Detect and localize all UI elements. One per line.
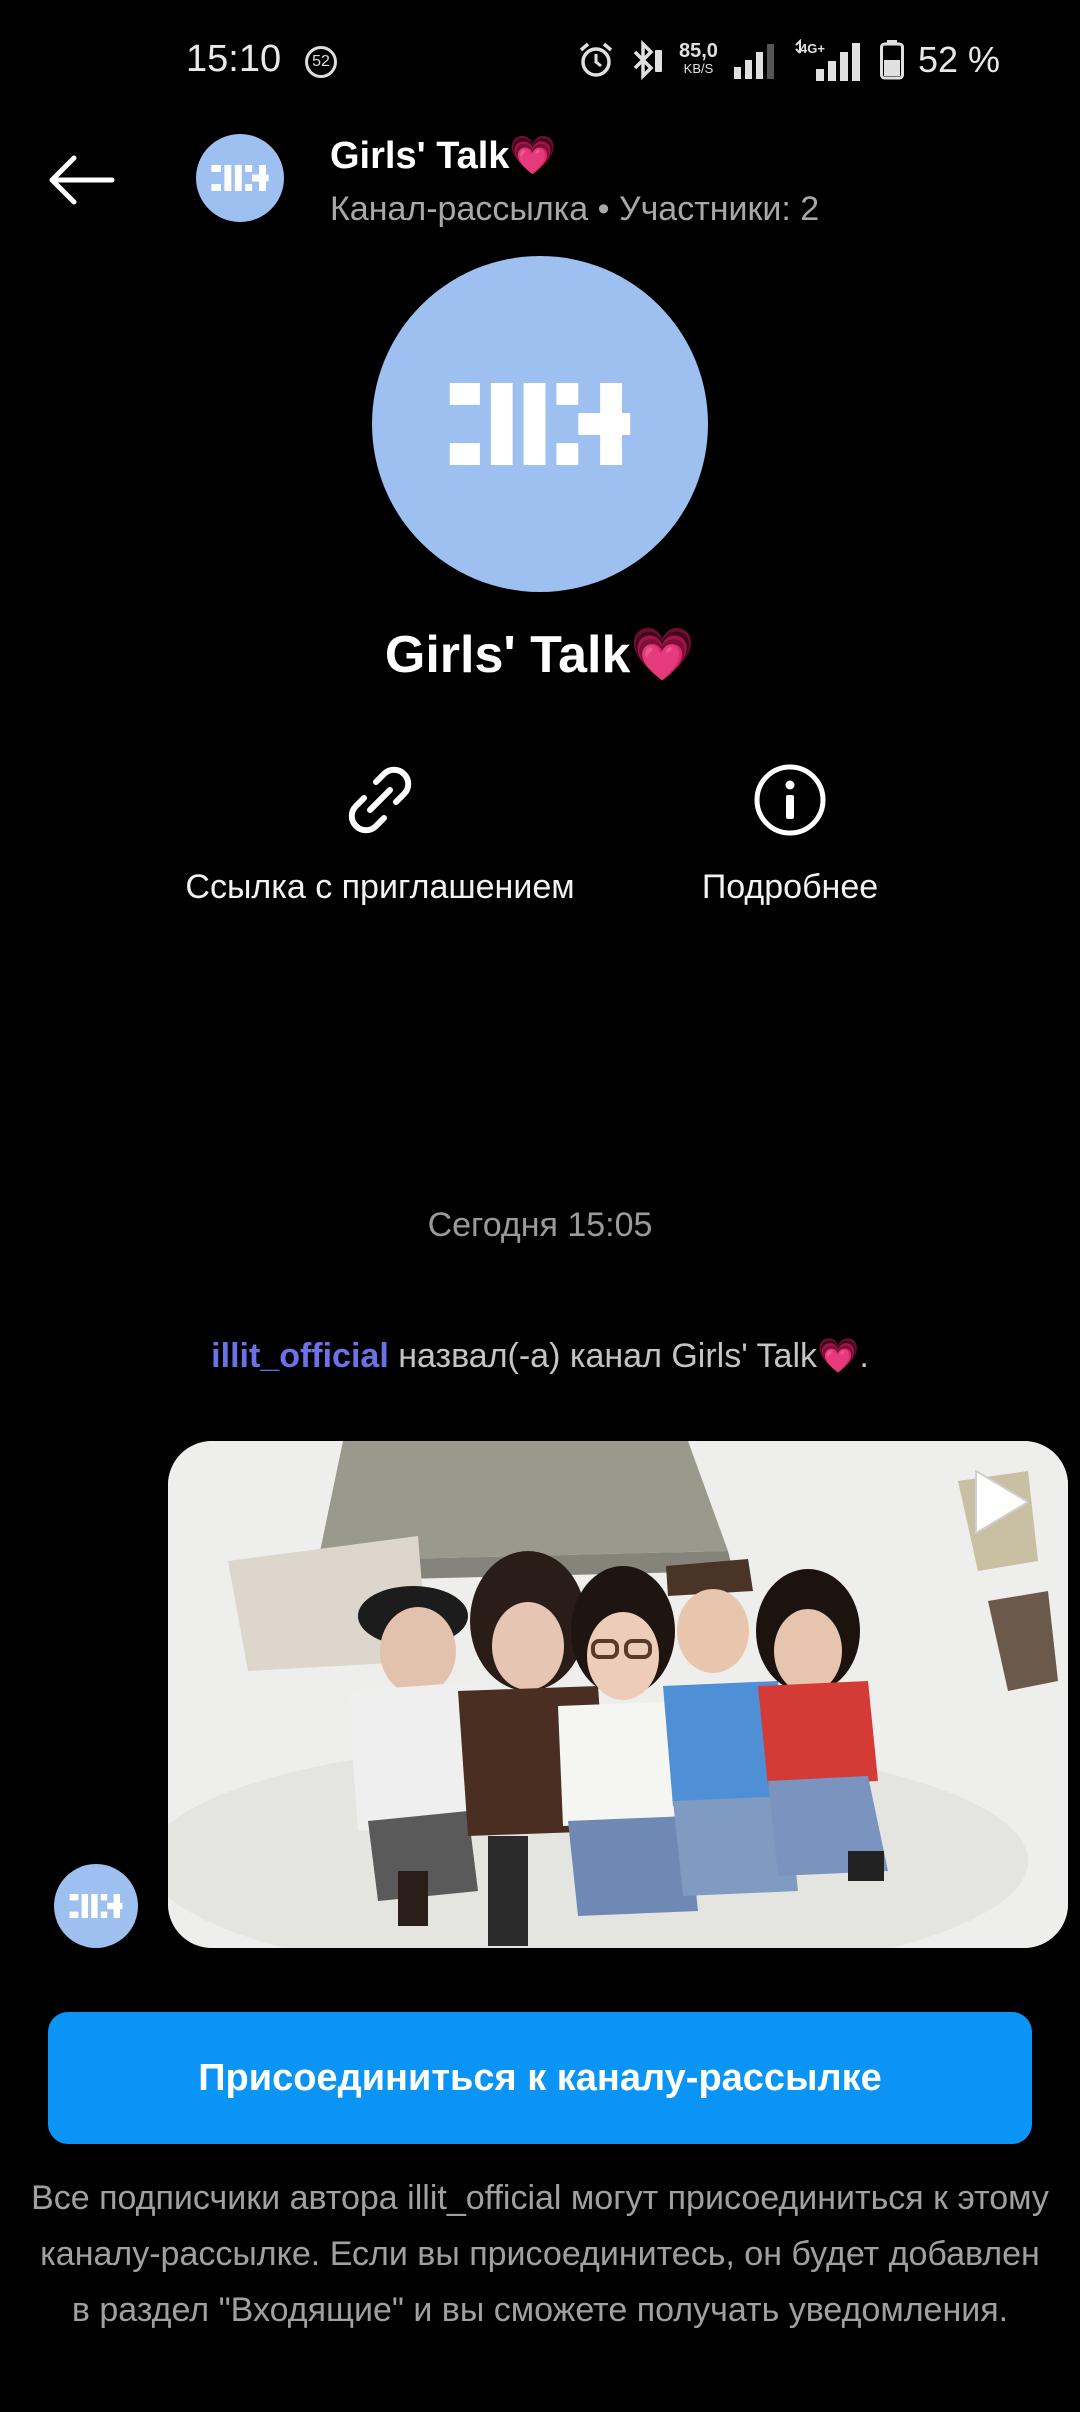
network-speed: 85,0 KB/S [679,40,718,78]
invite-link-label: Ссылка с приглашением [185,868,575,906]
header-subtitle: Канал-рассылка • Участники: 2 [330,190,820,228]
wifi-signal-icon [733,44,774,79]
invite-link-button[interactable]: Ссылка с приглашением [140,760,620,907]
details-label: Подробнее [701,868,879,906]
link-icon-wrap [340,760,420,840]
cellular-signal-icon: 4G+ [795,39,860,81]
date-stamp: Сегодня 15:05 [427,1206,653,1244]
bluetooth-icon [633,40,662,80]
status-icons: 85,0 KB/S 4G+ 52 % [577,38,1000,82]
battery-percent: 52 % [917,39,1000,80]
illit-logo-icon [211,165,269,191]
illit-logo-icon [69,1894,123,1918]
alarm-icon [579,42,613,77]
join-channel-button[interactable]: Присоединиться к каналу-рассылке [48,2012,1032,2144]
network-speed-value: 85,0 [679,40,718,62]
back-arrow-icon [49,155,115,205]
header-title[interactable]: Girls' Talk💗 [330,134,557,178]
header-avatar[interactable] [196,134,284,222]
video-message[interactable] [168,1441,1068,1948]
battery-icon [879,40,904,80]
system-message-text: назвал(-а) канал Girls' Talk💗. [388,1337,869,1375]
info-icon [754,764,826,836]
play-icon [975,1470,1029,1534]
network-speed-unit: KB/S [683,61,714,76]
details-button[interactable]: Подробнее [640,760,940,907]
channel-screen: 15:10 52 85,0 KB/S 4G+ 52 % Girls' Talk💗… [0,0,1080,2412]
back-button[interactable] [44,150,124,214]
illit-logo-icon [449,383,631,465]
system-message: illit_official назвал(-а) канал Girls' T… [0,1336,1080,1376]
info-icon-wrap [750,760,830,840]
status-time: 15:10 [186,38,282,80]
sender-avatar[interactable] [54,1864,138,1948]
notification-badge: 52 [305,46,337,78]
channel-avatar [372,256,708,592]
join-info-text: Все подписчики автора illit_official мог… [31,2179,1049,2329]
link-icon [348,766,412,834]
channel-name: Girls' Talk💗 [384,626,696,684]
network-type-label: 4G+ [800,41,825,56]
system-message-username[interactable]: illit_official [211,1337,389,1375]
video-thumbnail [168,1441,1068,1948]
chat-header: Girls' Talk💗 Канал-рассылка • Участники:… [0,120,1080,250]
status-bar: 15:10 52 85,0 KB/S 4G+ 52 % [0,0,1080,120]
